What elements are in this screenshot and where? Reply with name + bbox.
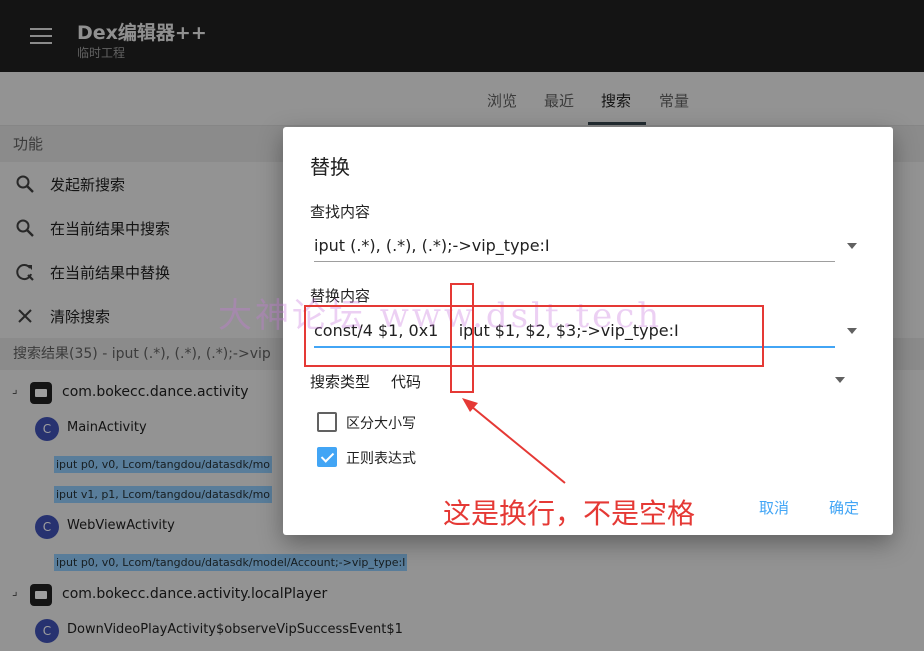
case-sensitive-label: 区分大小写 bbox=[346, 416, 416, 432]
replace-history-dropdown-icon[interactable] bbox=[847, 328, 857, 334]
regex-checkbox[interactable] bbox=[317, 447, 337, 467]
find-history-dropdown-icon[interactable] bbox=[847, 243, 857, 249]
case-sensitive-checkbox[interactable] bbox=[317, 412, 337, 432]
annotation-text: 这是换行，不是空格 bbox=[443, 497, 696, 530]
find-label: 查找内容 bbox=[310, 203, 371, 221]
find-input[interactable]: iput (.*), (.*), (.*);->vip_type:I bbox=[314, 231, 834, 261]
find-underline bbox=[314, 261, 835, 262]
cancel-button[interactable]: 取消 bbox=[759, 497, 789, 518]
search-type-label: 搜索类型 bbox=[310, 373, 371, 391]
search-type-dropdown-icon[interactable] bbox=[835, 377, 845, 383]
search-type-select[interactable]: 代码 bbox=[391, 371, 421, 392]
dialog-title: 替换 bbox=[310, 155, 350, 179]
annotation-box-replace-field bbox=[304, 305, 764, 367]
regex-label: 正则表达式 bbox=[346, 451, 416, 467]
ok-button[interactable]: 确定 bbox=[829, 497, 859, 518]
annotation-box-newline bbox=[450, 283, 474, 393]
